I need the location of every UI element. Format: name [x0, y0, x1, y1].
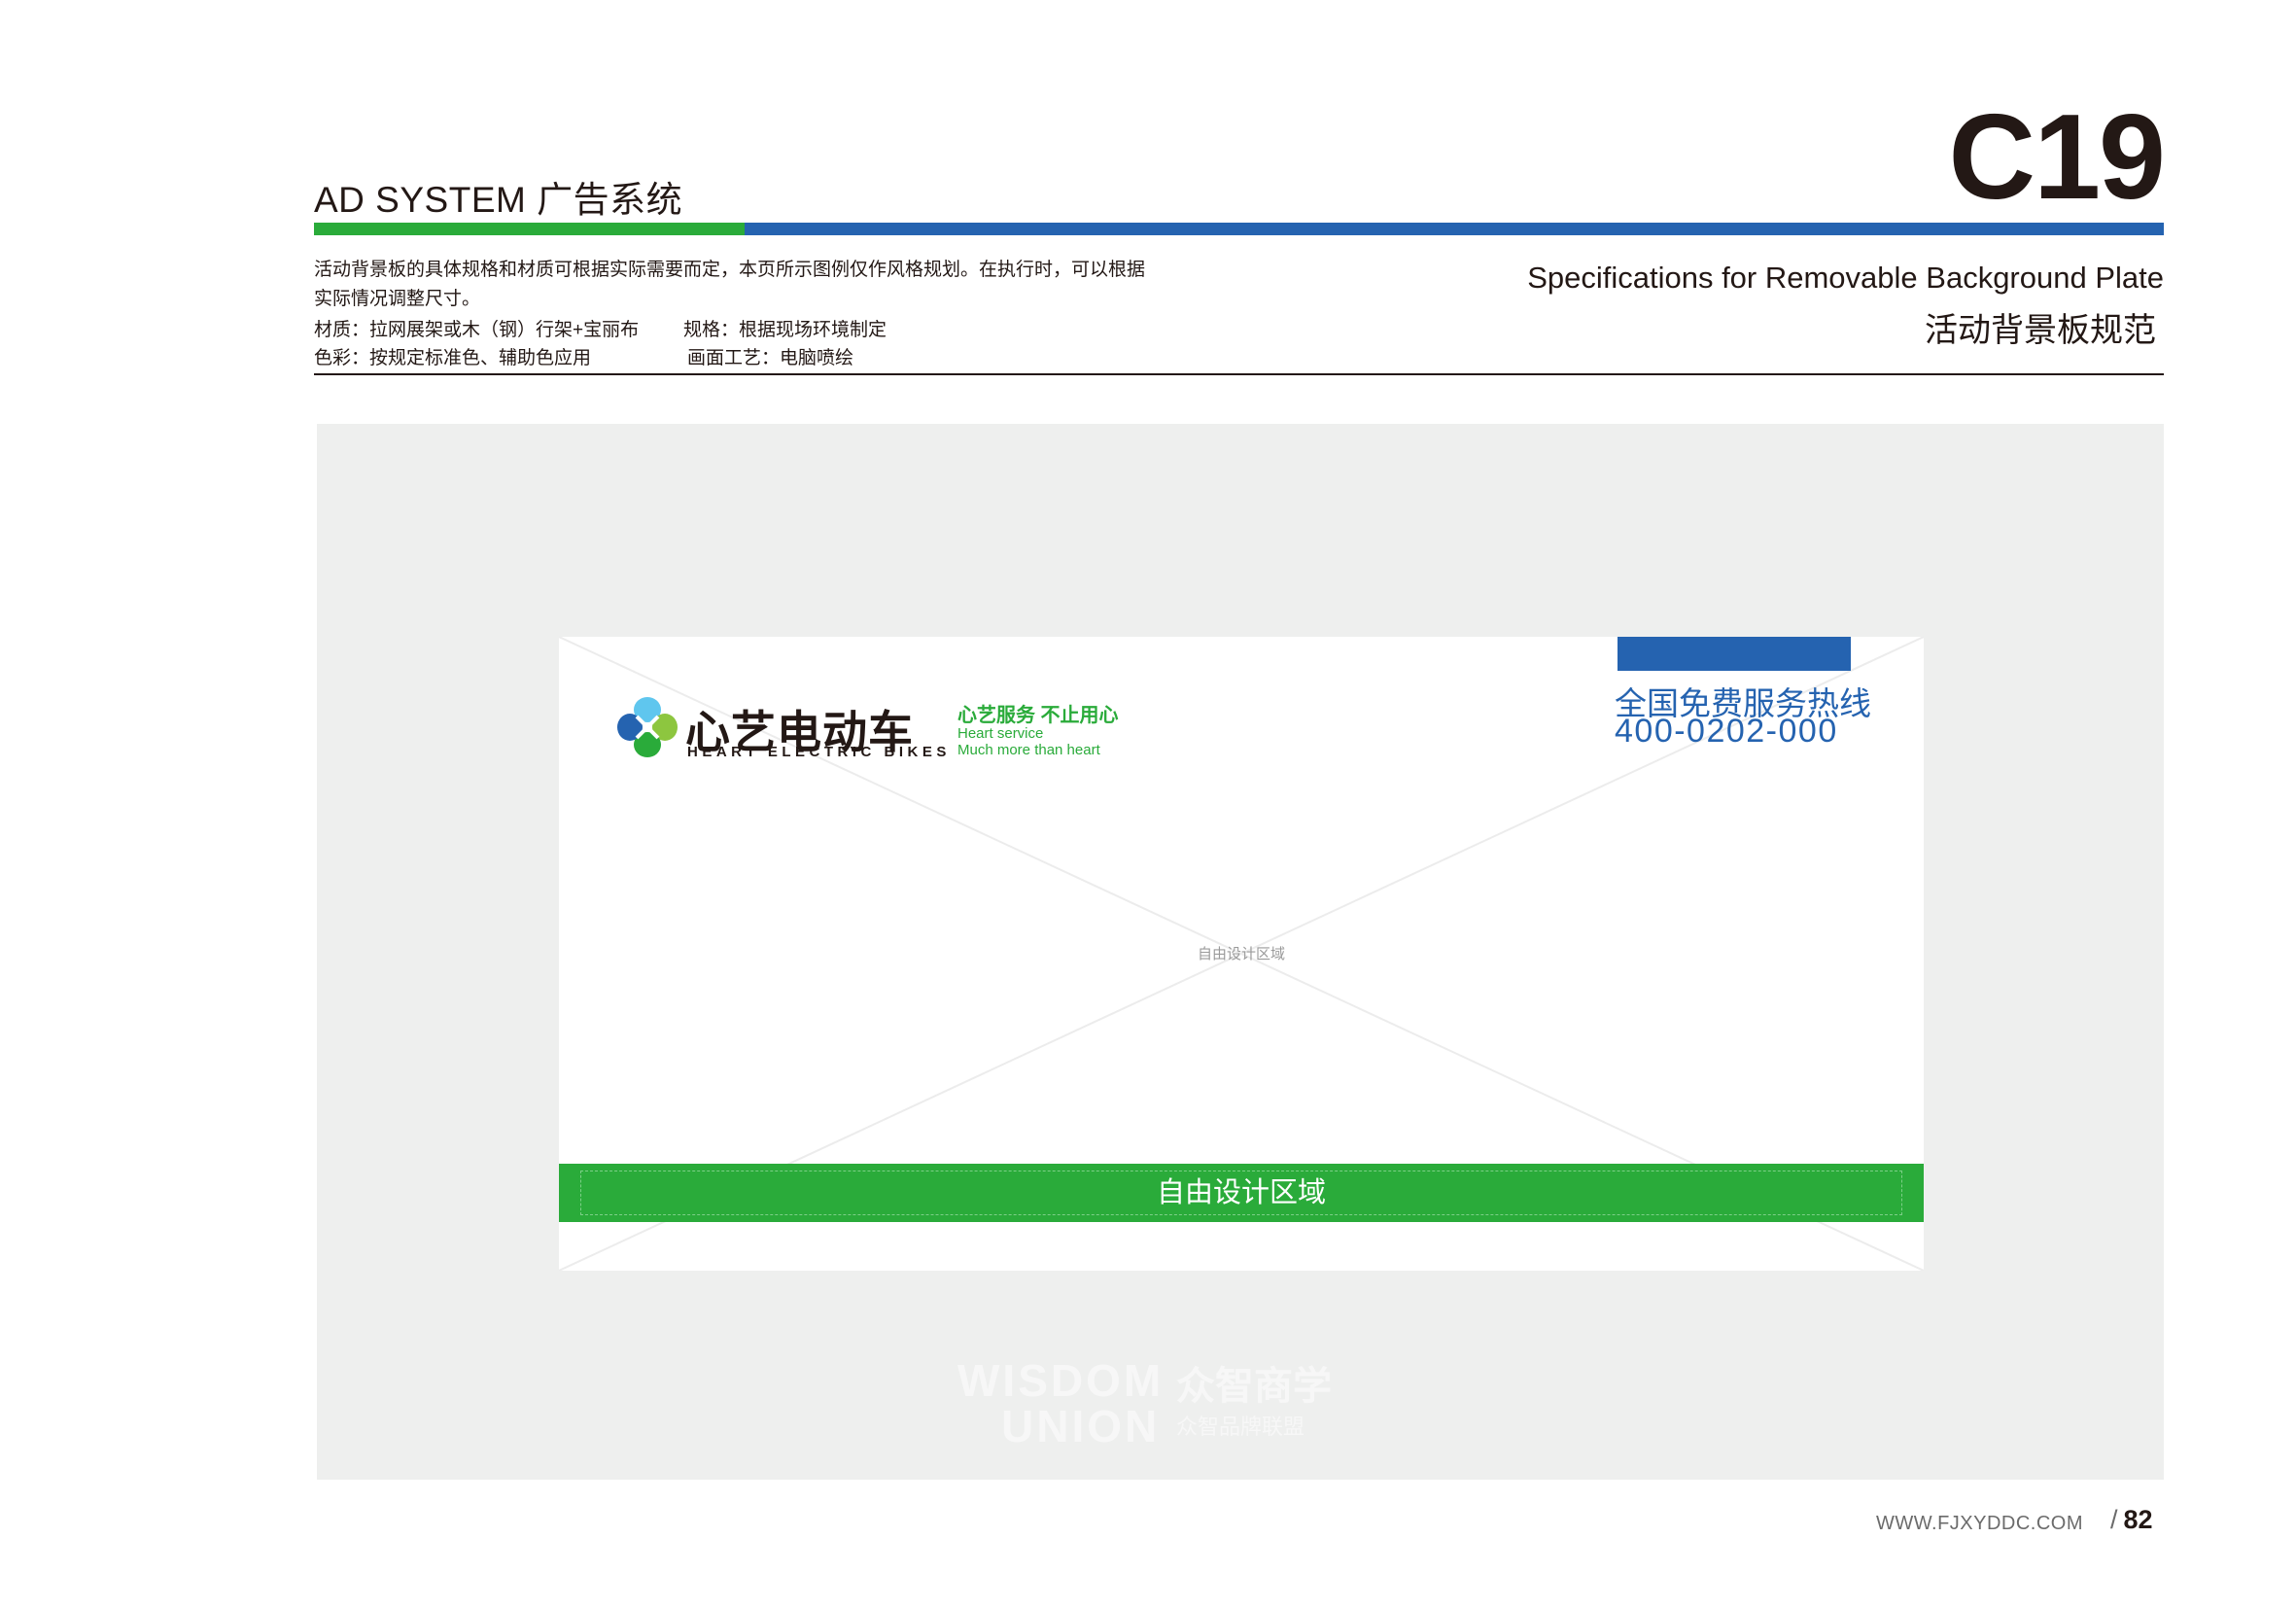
watermark-zh: 众智商学 [1176, 1365, 1332, 1408]
page-slash: / [2110, 1505, 2118, 1534]
clover-logo-icon [615, 695, 679, 764]
header-bar-blue [745, 223, 2164, 235]
material-text: 材质：拉网展架或木（钢）行架+宝丽布 [314, 320, 640, 340]
background-plate: 心艺电动车 HEART ELECTRIC BIKES 心艺服务 不止用心 Hea… [559, 637, 1924, 1271]
size-text: 规格：根据现场环境制定 [683, 320, 887, 340]
spec-title-zh: 活动背景板规范 [1925, 312, 2156, 349]
slogan-en-2: Much more than heart [957, 742, 1100, 758]
watermark-line-1: WISDOM [957, 1355, 1165, 1406]
slogan-zh: 心艺服务 不止用心 [957, 705, 1119, 726]
watermark-zh-sub: 众智品牌联盟 [1176, 1415, 1305, 1439]
slogan-en-1: Heart service [957, 725, 1044, 742]
craft-text: 画面工艺：电脑喷绘 [687, 348, 854, 368]
footer-url: WWW.FJXYDDC.COM [1876, 1513, 2084, 1534]
section-title: AD SYSTEM 广告系统 [314, 180, 683, 220]
free-design-area-label: 自由设计区域 [1197, 946, 1285, 962]
spec-title-en: Specifications for Removable Background … [1527, 261, 2164, 295]
description-line-1: 活动背景板的具体规格和材质可根据实际需要而定，本页所示图例仅作风格规划。在执行时… [314, 260, 1146, 280]
header-divider [314, 373, 2164, 375]
green-band: 自由设计区域 [559, 1164, 1924, 1222]
hotline-tab [1618, 637, 1851, 671]
page-number: /82 [2110, 1505, 2153, 1535]
green-band-label: 自由设计区域 [1156, 1177, 1326, 1208]
color-text: 色彩：按规定标准色、辅助色应用 [314, 348, 592, 368]
watermark-line-2: UNION [1001, 1401, 1161, 1451]
header-bar-green [314, 223, 745, 235]
page-number-value: 82 [2123, 1505, 2153, 1534]
hotline-number: 400-0202-000 [1615, 713, 1838, 750]
description-line-2: 实际情况调整尺寸。 [314, 289, 481, 309]
brand-subtitle: HEART ELECTRIC BIKES [687, 744, 951, 760]
page-code: C19 [1948, 90, 2166, 225]
